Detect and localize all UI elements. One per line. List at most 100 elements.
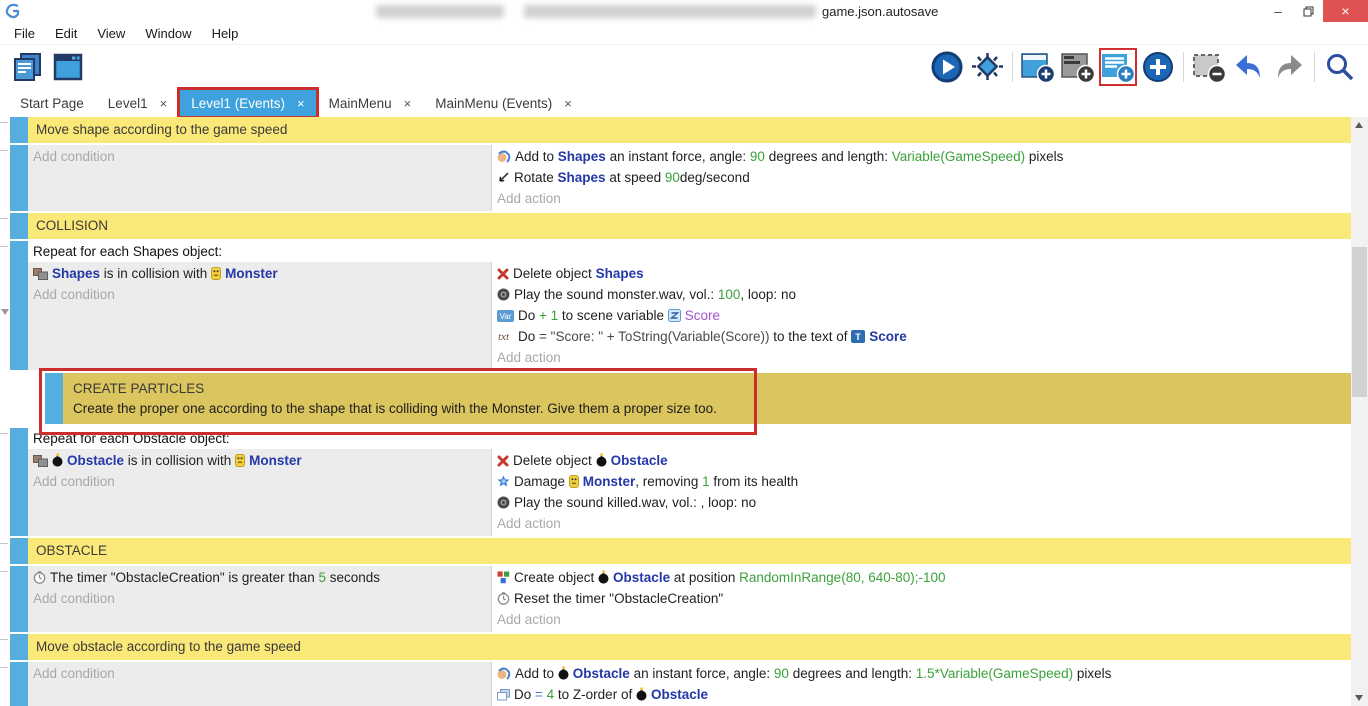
scroll-thumb[interactable]: [1352, 247, 1367, 397]
txt-badge-icon: txt: [497, 328, 514, 347]
tab-mainmenu-events[interactable]: MainMenu (Events)×: [423, 89, 584, 117]
comment-body: Create the proper one according to the s…: [73, 399, 1341, 418]
add-action-link[interactable]: Add action: [492, 609, 1351, 630]
row-tick: [0, 433, 8, 434]
menu-file[interactable]: File: [4, 26, 45, 41]
tab-mainmenu[interactable]: MainMenu×: [317, 89, 424, 117]
action-line[interactable]: Do = 4 to Z-order of Obstacle: [492, 684, 1351, 705]
condition-line[interactable]: The timer "ObstacleCreation" is greater …: [28, 567, 491, 588]
conditions-cell: Add condition: [28, 145, 492, 211]
add-action-link[interactable]: Add action: [492, 513, 1351, 534]
comment-block[interactable]: Move obstacle according to the game spee…: [28, 634, 1351, 660]
action-line[interactable]: VarDo + 1 to scene variable Score: [492, 305, 1351, 326]
tab-close-icon[interactable]: ×: [297, 96, 305, 111]
scene-editor-button[interactable]: [48, 47, 88, 87]
action-line[interactable]: Play the sound killed.wav, vol.: , loop:…: [492, 492, 1351, 513]
scroll-up-arrow-icon[interactable]: [1355, 122, 1363, 128]
condition-line[interactable]: Shapes is in collision with Monster: [28, 263, 491, 284]
action-line[interactable]: Add to Obstacle an instant force, angle:…: [492, 663, 1351, 684]
tab-start-page[interactable]: Start Page: [8, 89, 96, 117]
event-foreach-header[interactable]: Repeat for each Shapes object:: [28, 241, 1351, 262]
event-drag-bar[interactable]: [10, 662, 28, 706]
event-drag-bar[interactable]: [10, 634, 28, 660]
minimize-button[interactable]: –: [1263, 0, 1293, 22]
action-line[interactable]: Delete object Shapes: [492, 263, 1351, 284]
event-drag-bar[interactable]: [10, 213, 28, 239]
fold-arrow-icon[interactable]: [1, 309, 9, 315]
event-foreach-header[interactable]: Repeat for each Obstacle object:: [28, 428, 1351, 449]
action-line[interactable]: Create object Obstacle at position Rando…: [492, 567, 1351, 588]
add-action-link[interactable]: Add action: [492, 188, 1351, 209]
comment-move-obstacle: Move obstacle according to the game spee…: [10, 634, 1351, 660]
action-line[interactable]: Reset the timer "ObstacleCreation": [492, 588, 1351, 609]
add-condition-link[interactable]: Add condition: [28, 146, 491, 167]
monster-icon: [211, 265, 221, 284]
tab-close-icon[interactable]: ×: [564, 96, 572, 111]
toolbar: [0, 45, 1368, 89]
comment-block[interactable]: COLLISION: [28, 213, 1351, 239]
event-drag-bar[interactable]: [10, 117, 28, 143]
blurred-title-text: [524, 5, 816, 18]
event-drag-bar[interactable]: [45, 373, 63, 424]
comment-title: CREATE PARTICLES: [73, 379, 1341, 399]
event-obstacle-timer: The timer "ObstacleCreation" is greater …: [10, 566, 1351, 632]
action-line[interactable]: txtDo = "Score: " + ToString(Variable(Sc…: [492, 326, 1351, 347]
comment-obstacle: OBSTACLE: [10, 538, 1351, 564]
menu-edit[interactable]: Edit: [45, 26, 87, 41]
var-badge-icon: Var: [497, 307, 514, 326]
row-tick: [0, 543, 8, 544]
restore-button[interactable]: [1293, 0, 1323, 22]
tab-close-icon[interactable]: ×: [160, 96, 168, 111]
gdevelop-window: game.json.autosave – × FileEditViewWindo…: [0, 0, 1368, 705]
action-line[interactable]: Play the sound monster.wav, vol.: 100, l…: [492, 284, 1351, 305]
action-line[interactable]: Rotate Shapes at speed 90deg/second: [492, 167, 1351, 188]
comment-block[interactable]: OBSTACLE: [28, 538, 1351, 564]
add-condition-link[interactable]: Add condition: [28, 284, 491, 305]
conditions-cell: The timer "ObstacleCreation" is greater …: [28, 566, 492, 632]
row-tick: [0, 150, 8, 151]
menu-window[interactable]: Window: [135, 26, 201, 41]
tab-level1[interactable]: Level1×: [96, 89, 179, 117]
add-condition-link[interactable]: Add condition: [28, 663, 491, 684]
redo-button[interactable]: [1269, 47, 1309, 87]
conditions-cell: Shapes is in collision with MonsterAdd c…: [28, 262, 492, 370]
add-event-button[interactable]: [1018, 47, 1058, 87]
row-tick: [0, 246, 8, 247]
comment-block[interactable]: CREATE PARTICLESCreate the proper one ac…: [63, 373, 1351, 424]
comment-create-particles: CREATE PARTICLESCreate the proper one ac…: [45, 373, 1351, 424]
menu-help[interactable]: Help: [202, 26, 249, 41]
run-button[interactable]: [927, 47, 967, 87]
action-line[interactable]: Damage Monster, removing 1 from its heal…: [492, 471, 1351, 492]
event-rows: Move shape according to the game speed Ad…: [10, 117, 1351, 706]
toolbar-left: [8, 47, 88, 87]
tab-level1-events[interactable]: Level1 (Events)×: [179, 89, 316, 117]
undo-button[interactable]: [1229, 47, 1269, 87]
add-extra-button[interactable]: [1138, 47, 1178, 87]
event-drag-bar[interactable]: [10, 241, 28, 370]
tab-close-icon[interactable]: ×: [404, 96, 412, 111]
project-manager-button[interactable]: [8, 47, 48, 87]
scroll-down-arrow-icon[interactable]: [1355, 695, 1363, 701]
event-drag-bar[interactable]: [10, 538, 28, 564]
vertical-scrollbar[interactable]: [1351, 117, 1368, 706]
comment-block[interactable]: Move shape according to the game speed: [28, 117, 1351, 143]
event-drag-bar[interactable]: [10, 566, 28, 632]
tab-bar: Start PageLevel1×Level1 (Events)×MainMen…: [0, 89, 1368, 117]
close-button[interactable]: ×: [1323, 0, 1368, 22]
add-subevent-button[interactable]: [1058, 47, 1098, 87]
add-action-link[interactable]: Add action: [492, 347, 1351, 368]
text-object-icon: T: [851, 328, 865, 347]
condition-line[interactable]: Obstacle is in collision with Monster: [28, 450, 491, 471]
event-drag-bar[interactable]: [10, 145, 28, 211]
search-button[interactable]: [1320, 47, 1360, 87]
event-drag-bar[interactable]: [10, 428, 28, 536]
add-condition-link[interactable]: Add condition: [28, 588, 491, 609]
event-obstacle-monster-collision: Repeat for each Obstacle object:Obstacle…: [10, 428, 1351, 536]
menu-view[interactable]: View: [87, 26, 135, 41]
debug-button[interactable]: [967, 47, 1007, 87]
add-comment-button[interactable]: [1098, 47, 1138, 87]
remove-event-button[interactable]: [1189, 47, 1229, 87]
add-condition-link[interactable]: Add condition: [28, 471, 491, 492]
action-line[interactable]: Delete object Obstacle: [492, 450, 1351, 471]
action-line[interactable]: Add to Shapes an instant force, angle: 9…: [492, 146, 1351, 167]
